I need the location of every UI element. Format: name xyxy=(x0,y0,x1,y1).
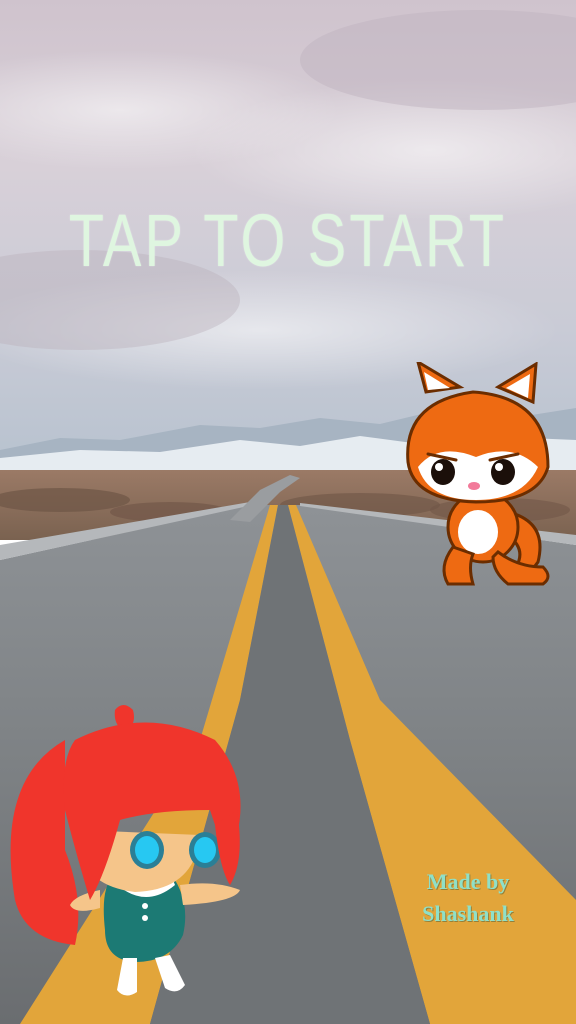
tap-to-start-area[interactable] xyxy=(0,0,576,1024)
